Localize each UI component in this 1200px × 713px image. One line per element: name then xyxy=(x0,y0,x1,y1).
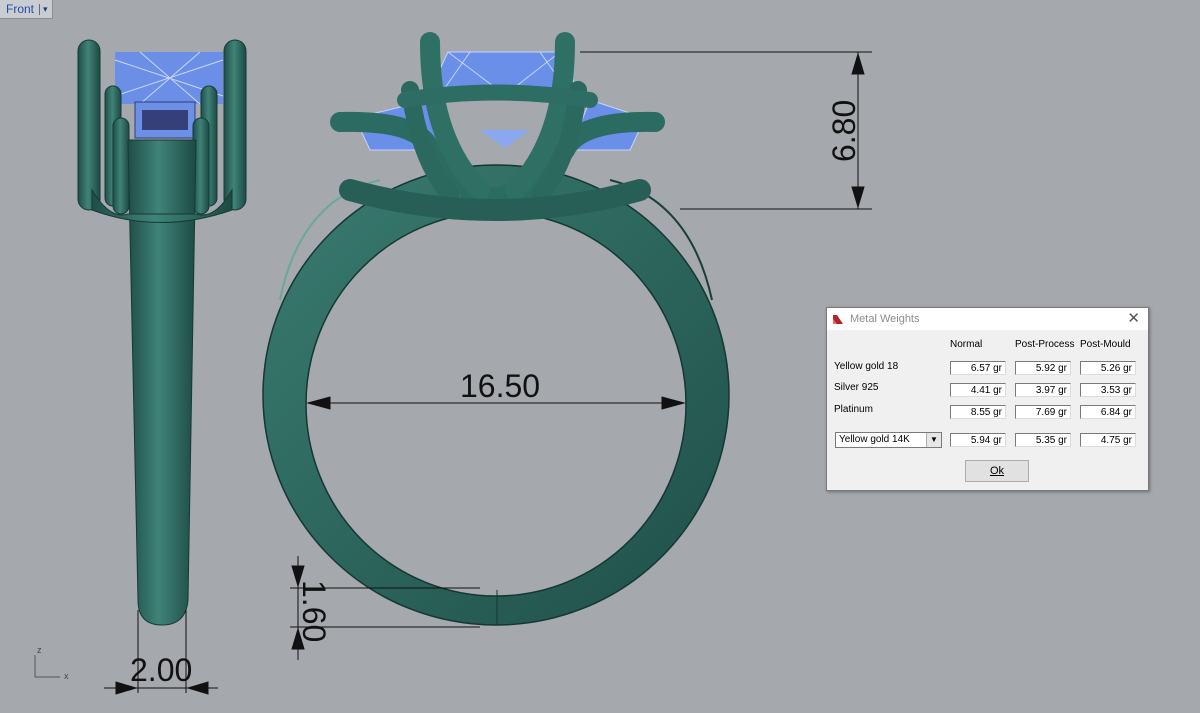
column-header-post-mould: Post-Mould xyxy=(1080,339,1131,350)
value-field[interactable]: 5.92 gr xyxy=(1015,361,1071,375)
chevron-down-icon[interactable]: ▼ xyxy=(926,433,941,447)
viewport-name: Front xyxy=(6,2,35,16)
column-header-normal: Normal xyxy=(950,339,983,350)
dimension-inner-diameter: 16.50 xyxy=(460,368,541,404)
value-field[interactable]: 7.69 gr xyxy=(1015,405,1071,419)
axis-x-label: x xyxy=(64,671,69,681)
viewport-menu-arrow-icon[interactable]: ▾ xyxy=(39,3,48,15)
metal-type-selected: Yellow gold 14K xyxy=(839,434,910,445)
dialog-titlebar[interactable]: Metal Weights ✕ xyxy=(827,308,1148,330)
value-field[interactable]: 8.55 gr xyxy=(950,405,1006,419)
ok-button[interactable]: Ok xyxy=(965,460,1029,482)
value-field[interactable]: 4.41 gr xyxy=(950,383,1006,397)
metal-weights-app-icon xyxy=(833,315,843,324)
column-header-post-process: Post-Process xyxy=(1015,339,1075,350)
metal-weights-dialog[interactable]: Metal Weights ✕ Normal Post-Process Post… xyxy=(826,307,1149,491)
row-label-yellow-gold-18: Yellow gold 18 xyxy=(834,361,899,372)
value-field[interactable]: 5.26 gr xyxy=(1080,361,1136,375)
value-field[interactable]: 5.35 gr xyxy=(1015,433,1071,447)
metal-type-dropdown[interactable]: Yellow gold 14K ▼ xyxy=(835,432,942,448)
close-icon[interactable]: ✕ xyxy=(1127,310,1140,328)
dimension-band-width: 2.00 xyxy=(130,652,193,688)
dialog-title: Metal Weights xyxy=(850,313,920,325)
row-label-silver-925: Silver 925 xyxy=(834,382,879,393)
value-field[interactable]: 4.75 gr xyxy=(1080,433,1136,447)
value-field[interactable]: 6.57 gr xyxy=(950,361,1006,375)
axis-z-label: z xyxy=(37,645,42,655)
value-field[interactable]: 3.97 gr xyxy=(1015,383,1071,397)
value-field[interactable]: 3.53 gr xyxy=(1080,383,1136,397)
viewport-title-tab[interactable]: Front ▾ xyxy=(0,0,53,19)
value-field[interactable]: 5.94 gr xyxy=(950,433,1006,447)
dimension-band-thickness: 1.60 xyxy=(296,580,332,643)
dimension-stone-height: 6.80 xyxy=(826,99,862,162)
row-label-platinum: Platinum xyxy=(834,404,873,415)
value-field[interactable]: 6.84 gr xyxy=(1080,405,1136,419)
